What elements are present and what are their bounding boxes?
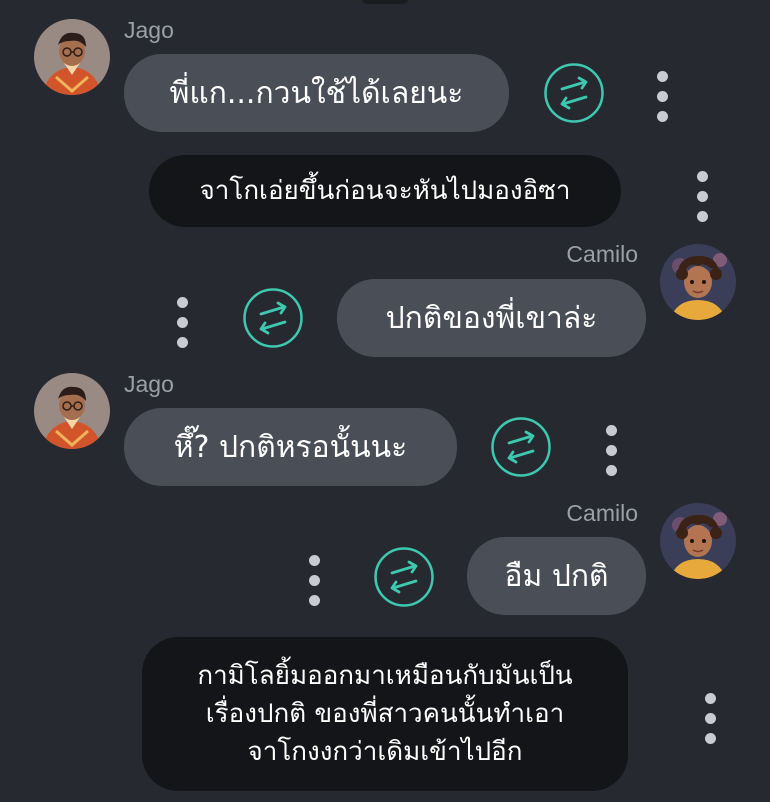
more-vertical-icon[interactable] bbox=[655, 71, 669, 123]
scroll-indicator bbox=[361, 0, 409, 4]
message-bubble[interactable]: หึ๊? ปกติหรอนั้นนะ bbox=[124, 408, 457, 486]
speaker-name: Jago bbox=[124, 371, 174, 397]
narration-line: กามิโลยิ้มออกมาเหมือนกับมันเป็น bbox=[197, 661, 573, 691]
message-bubble[interactable]: อืม ปกติ bbox=[467, 537, 646, 615]
jago-avatar[interactable] bbox=[34, 19, 110, 95]
more-vertical-icon[interactable] bbox=[175, 297, 189, 349]
swap-arrows-icon[interactable] bbox=[373, 546, 435, 608]
narration-bubble[interactable]: กามิโลยิ้มออกมาเหมือนกับมันเป็น เรื่องปก… bbox=[142, 637, 628, 791]
more-vertical-icon[interactable] bbox=[695, 171, 709, 223]
speaker-name: Camilo bbox=[566, 241, 638, 267]
swap-arrows-icon[interactable] bbox=[543, 62, 605, 124]
narration-line: จาโกงงกว่าเดิมเข้าไปอีก bbox=[247, 737, 523, 767]
message-bubble[interactable]: พี่แก...กวนใช้ได้เลยนะ bbox=[124, 54, 509, 132]
camilo-avatar[interactable] bbox=[660, 244, 736, 320]
camilo-avatar[interactable] bbox=[660, 503, 736, 579]
swap-arrows-icon[interactable] bbox=[242, 287, 304, 349]
swap-arrows-icon[interactable] bbox=[490, 416, 552, 478]
message-bubble[interactable]: ปกติของพี่เขาล่ะ bbox=[337, 279, 646, 357]
more-vertical-icon[interactable] bbox=[307, 555, 321, 607]
jago-avatar[interactable] bbox=[34, 373, 110, 449]
narration-bubble[interactable]: จาโกเอ่ยขึ้นก่อนจะหันไปมองอิซา bbox=[149, 155, 621, 227]
speaker-name: Camilo bbox=[566, 500, 638, 526]
speaker-name: Jago bbox=[124, 17, 174, 43]
narration-line: เรื่องปกติ ของพี่สาวคนนั้นทำเอา bbox=[205, 699, 565, 729]
more-vertical-icon[interactable] bbox=[703, 693, 717, 745]
more-vertical-icon[interactable] bbox=[604, 425, 618, 477]
